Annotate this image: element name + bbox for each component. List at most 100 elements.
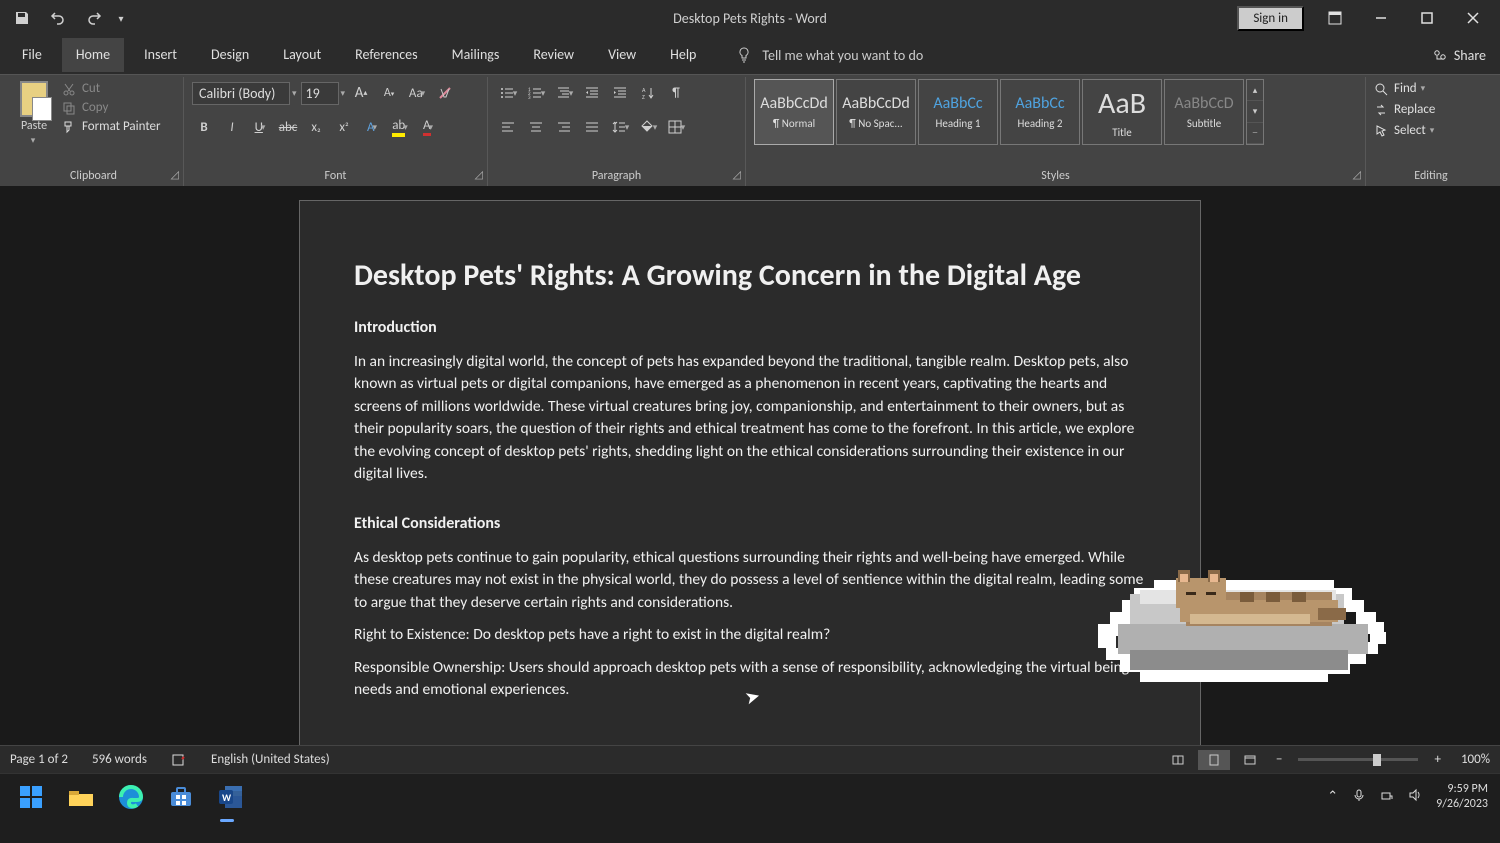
word-count[interactable]: 596 words	[92, 752, 147, 767]
clipboard-launcher[interactable]: ◿	[171, 168, 179, 181]
document-page[interactable]: Desktop Pets' Rights: A Growing Concern …	[299, 200, 1201, 745]
style-subtitle[interactable]: AaBbCcD Subtitle	[1164, 79, 1244, 145]
styles-launcher[interactable]: ◿	[1353, 168, 1361, 181]
grow-font-button[interactable]: A▴	[349, 81, 373, 105]
customize-qat-button[interactable]: ▾	[112, 3, 130, 33]
microphone-icon[interactable]	[1352, 788, 1366, 806]
font-launcher[interactable]: ◿	[475, 168, 483, 181]
read-mode-button[interactable]	[1162, 750, 1194, 770]
zoom-in-button[interactable]: +	[1428, 752, 1446, 767]
heading-introduction[interactable]: Introduction	[354, 318, 1146, 337]
tab-design[interactable]: Design	[197, 38, 263, 72]
file-explorer-button[interactable]	[62, 778, 100, 816]
zoom-slider[interactable]	[1298, 758, 1418, 761]
decrease-indent-button[interactable]	[580, 81, 604, 105]
clear-formatting-button[interactable]	[433, 81, 457, 105]
paragraph-ethical-3[interactable]: Responsible Ownership: Users should appr…	[354, 657, 1146, 702]
underline-button[interactable]: U ▾	[248, 115, 272, 139]
align-right-button[interactable]	[552, 115, 576, 139]
numbering-button[interactable]: 123▾	[524, 81, 548, 105]
tab-layout[interactable]: Layout	[269, 38, 335, 72]
tab-home[interactable]: Home	[62, 38, 124, 72]
search-icon	[1374, 82, 1388, 96]
paragraph-ethical-1[interactable]: As desktop pets continue to gain popular…	[354, 547, 1146, 614]
word-button[interactable]: W	[212, 778, 250, 816]
document-area[interactable]: Desktop Pets' Rights: A Growing Concern …	[0, 186, 1500, 745]
save-button[interactable]	[4, 3, 40, 33]
paragraph-launcher[interactable]: ◿	[733, 168, 741, 181]
tab-references[interactable]: References	[341, 38, 431, 72]
desktop-pet-cat[interactable]	[1090, 564, 1390, 704]
shrink-font-button[interactable]: A▾	[377, 81, 401, 105]
clock[interactable]: 9:59 PM 9/26/2023	[1436, 782, 1488, 811]
redo-button[interactable]	[76, 3, 112, 33]
ribbon-tabs: File Home Insert Design Layout Reference…	[0, 36, 1500, 74]
ribbon-display-options-button[interactable]	[1312, 3, 1358, 33]
style-title[interactable]: AaB Title	[1082, 79, 1162, 145]
page-indicator[interactable]: Page 1 of 2	[10, 752, 68, 767]
spell-check-icon[interactable]	[171, 752, 187, 768]
microsoft-store-button[interactable]	[162, 778, 200, 816]
zoom-out-button[interactable]: −	[1270, 752, 1288, 767]
strikethrough-button[interactable]: abc	[276, 115, 300, 139]
find-button[interactable]: Find ▾	[1374, 81, 1425, 96]
bold-button[interactable]: B	[192, 115, 216, 139]
justify-button[interactable]	[580, 115, 604, 139]
share-button[interactable]: Share	[1454, 47, 1486, 64]
align-left-button[interactable]	[496, 115, 520, 139]
paragraph-ethical-2[interactable]: Right to Existence: Do desktop pets have…	[354, 624, 1146, 646]
italic-button[interactable]: I	[220, 115, 244, 139]
language-indicator[interactable]: English (United States)	[211, 752, 330, 767]
text-effects-button[interactable]: A ▾	[360, 115, 384, 139]
style-heading-2[interactable]: AaBbCc Heading 2	[1000, 79, 1080, 145]
borders-button[interactable]: ▾	[664, 115, 688, 139]
replace-button[interactable]: Replace	[1374, 102, 1435, 117]
edge-button[interactable]	[112, 778, 150, 816]
style-no-spacing[interactable]: AaBbCcDd ¶ No Spac...	[836, 79, 916, 145]
tray-expand-button[interactable]: ⌃	[1327, 789, 1338, 804]
show-hide-button[interactable]: ¶	[664, 81, 688, 105]
heading-ethical[interactable]: Ethical Considerations	[354, 514, 1146, 533]
multilevel-list-button[interactable]: ▾	[552, 81, 576, 105]
style-normal[interactable]: AaBbCcDd ¶ Normal	[754, 79, 834, 145]
undo-button[interactable]	[40, 3, 76, 33]
highlight-button[interactable]: ab ▾	[388, 115, 412, 139]
line-spacing-button[interactable]: ▾	[608, 115, 632, 139]
tab-insert[interactable]: Insert	[130, 38, 191, 72]
zoom-level[interactable]: 100%	[1461, 752, 1490, 767]
tab-review[interactable]: Review	[519, 38, 588, 72]
subscript-button[interactable]: x₂	[304, 115, 328, 139]
start-button[interactable]	[12, 778, 50, 816]
select-button[interactable]: Select ▾	[1374, 123, 1434, 138]
tab-view[interactable]: View	[594, 38, 650, 72]
font-name-selector[interactable]: Calibri (Body)	[192, 82, 290, 105]
paragraph-intro[interactable]: In an increasingly digital world, the co…	[354, 351, 1146, 486]
format-painter-button[interactable]: Format Painter	[62, 119, 161, 134]
tab-mailings[interactable]: Mailings	[438, 38, 514, 72]
web-layout-button[interactable]	[1234, 750, 1266, 770]
change-case-button[interactable]: Aa ▾	[405, 81, 429, 105]
style-heading-1[interactable]: AaBbCc Heading 1	[918, 79, 998, 145]
copy-icon	[62, 101, 76, 115]
tab-help[interactable]: Help	[656, 38, 710, 72]
print-layout-button[interactable]	[1198, 750, 1230, 770]
tab-file[interactable]: File	[8, 38, 56, 72]
increase-indent-button[interactable]	[608, 81, 632, 105]
volume-icon[interactable]	[1408, 788, 1422, 806]
font-color-button[interactable]: A ▾	[416, 115, 440, 139]
font-size-selector[interactable]: 19	[301, 82, 339, 105]
document-title[interactable]: Desktop Pets' Rights: A Growing Concern …	[354, 257, 1146, 294]
tell-me-input[interactable]	[762, 47, 1002, 64]
close-button[interactable]	[1450, 3, 1496, 33]
bullets-button[interactable]: ▾	[496, 81, 520, 105]
styles-more-button[interactable]: ▴▾⎯	[1246, 79, 1264, 145]
maximize-button[interactable]	[1404, 3, 1450, 33]
sign-in-button[interactable]: Sign in	[1237, 6, 1304, 31]
shading-button[interactable]: ▾	[636, 115, 660, 139]
superscript-button[interactable]: x²	[332, 115, 356, 139]
paste-button[interactable]: Paste ▾	[12, 79, 56, 146]
align-center-button[interactable]	[524, 115, 548, 139]
minimize-button[interactable]	[1358, 3, 1404, 33]
sort-button[interactable]: AZ	[636, 81, 660, 105]
network-icon[interactable]	[1380, 788, 1394, 806]
